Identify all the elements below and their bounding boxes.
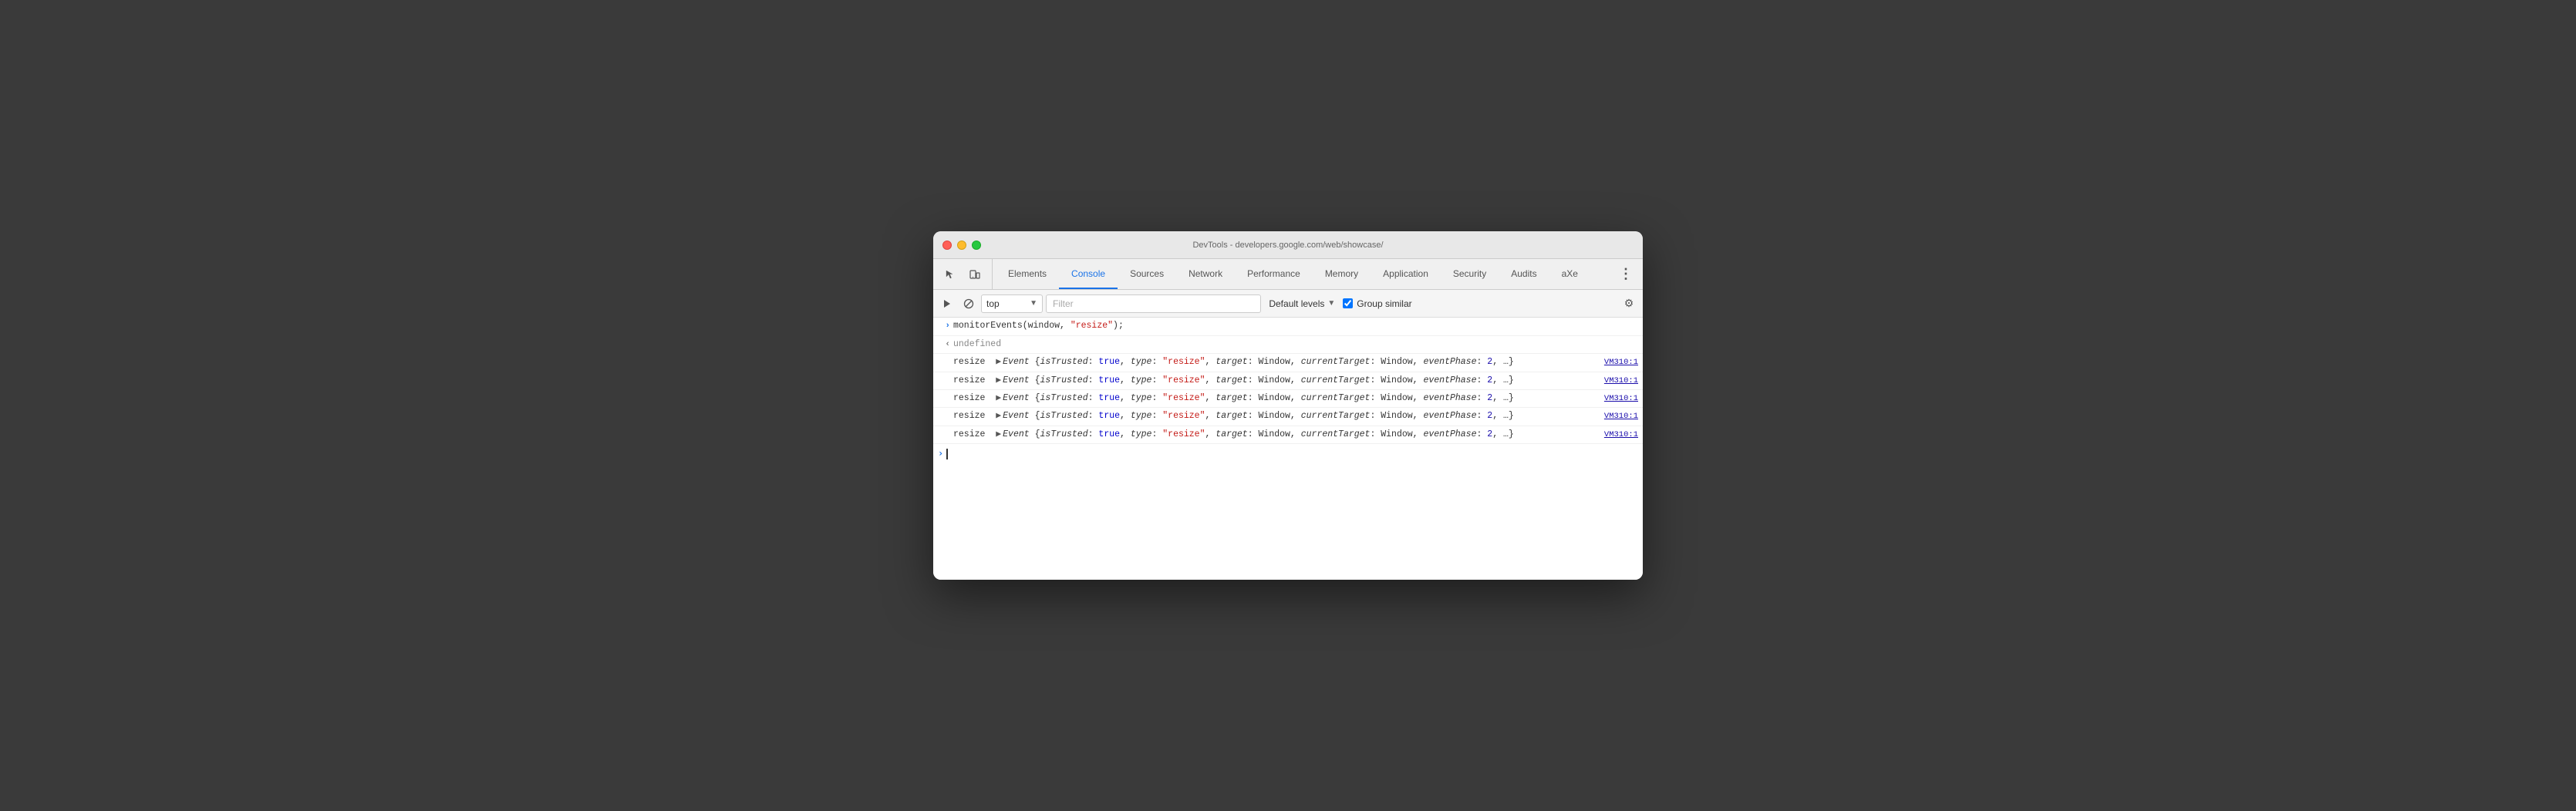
console-prompt-line[interactable]: › [933,444,1643,463]
window-title: DevTools - developers.google.com/web/sho… [1192,241,1383,250]
console-event-text-1: resize ▶Event {isTrusted: true, type: "r… [953,355,1597,369]
console-event-line-4: resize ▶Event {isTrusted: true, type: "r… [933,408,1643,426]
tab-sources[interactable]: Sources [1118,259,1176,289]
console-undefined-line: ‹ undefined [933,336,1643,355]
traffic-lights [942,241,981,250]
tab-elements[interactable]: Elements [996,259,1059,289]
console-command-line: › monitorEvents(window, "resize"); [933,318,1643,336]
devtools-window: DevTools - developers.google.com/web/sho… [933,231,1643,580]
tab-security[interactable]: Security [1441,259,1499,289]
more-tabs-button[interactable]: ⋮ [1615,264,1637,285]
console-event-text-5: resize ▶Event {isTrusted: true, type: "r… [953,428,1597,442]
tab-console[interactable]: Console [1059,259,1118,289]
console-event-line-5: resize ▶Event {isTrusted: true, type: "r… [933,426,1643,444]
command-prefix: › [938,319,953,334]
devtools-toolbar-icons [939,259,993,289]
console-event-line-3: resize ▶Event {isTrusted: true, type: "r… [933,390,1643,408]
console-event-line-1: resize ▶Event {isTrusted: true, type: "r… [933,354,1643,372]
tab-network[interactable]: Network [1176,259,1235,289]
filter-input[interactable] [1046,294,1261,313]
device-toolbar-button[interactable] [964,264,986,285]
prompt-cursor [946,449,948,459]
play-icon [942,298,953,309]
expand-arrow-2[interactable]: ▶ [996,374,1001,388]
console-source-2[interactable]: VM310:1 [1597,375,1638,388]
levels-selector[interactable]: Default levels ▼ [1264,294,1340,313]
console-source-3[interactable]: VM310:1 [1597,392,1638,406]
tab-bar: Elements Console Sources Network Perform… [933,259,1643,290]
console-event-text-3: resize ▶Event {isTrusted: true, type: "r… [953,392,1597,406]
console-source-5[interactable]: VM310:1 [1597,429,1638,442]
console-source-4[interactable]: VM310:1 [1597,410,1638,423]
tab-axe[interactable]: aXe [1549,259,1590,289]
tab-bar-right: ⋮ [1615,259,1637,289]
tab-application[interactable]: Application [1371,259,1441,289]
console-command-text: monitorEvents(window, "resize"); [953,319,1638,333]
inspect-element-button[interactable] [939,264,961,285]
event-prefix-5 [938,428,953,429]
clear-console-button[interactable] [938,294,956,313]
minimize-button[interactable] [957,241,966,250]
console-source-1[interactable]: VM310:1 [1597,356,1638,369]
close-button[interactable] [942,241,952,250]
tab-audits[interactable]: Audits [1499,259,1549,289]
event-prefix-2 [938,374,953,375]
title-bar: DevTools - developers.google.com/web/sho… [933,231,1643,259]
device-icon [969,269,980,280]
maximize-button[interactable] [972,241,981,250]
dropdown-arrow-icon: ▼ [1030,299,1037,308]
console-event-text-4: resize ▶Event {isTrusted: true, type: "r… [953,409,1597,423]
console-undefined-text: undefined [953,338,1638,352]
expand-arrow-1[interactable]: ▶ [996,355,1001,369]
event-prefix-4 [938,409,953,410]
undefined-prefix: ‹ [938,338,953,352]
group-similar-checkbox[interactable] [1343,298,1353,308]
console-toolbar: top ▼ Default levels ▼ Group similar ⚙ [933,290,1643,318]
console-area: › monitorEvents(window, "resize"); ‹ und… [933,318,1643,580]
expand-arrow-5[interactable]: ▶ [996,428,1001,442]
expand-arrow-4[interactable]: ▶ [996,409,1001,423]
tab-memory[interactable]: Memory [1313,259,1371,289]
expand-arrow-3[interactable]: ▶ [996,392,1001,406]
main-tabs: Elements Console Sources Network Perform… [996,259,1615,289]
cursor-icon [945,269,956,280]
context-selector[interactable]: top ▼ [981,294,1043,313]
prompt-symbol: › [938,446,943,461]
block-icon [963,298,974,309]
console-event-line-2: resize ▶Event {isTrusted: true, type: "r… [933,372,1643,390]
levels-arrow-icon: ▼ [1327,299,1335,308]
tab-performance[interactable]: Performance [1235,259,1313,289]
group-similar-label[interactable]: Group similar [1343,298,1411,309]
block-icon-button[interactable] [959,294,978,313]
console-event-text-2: resize ▶Event {isTrusted: true, type: "r… [953,374,1597,388]
settings-button[interactable]: ⚙ [1620,294,1638,313]
event-prefix-1 [938,355,953,356]
